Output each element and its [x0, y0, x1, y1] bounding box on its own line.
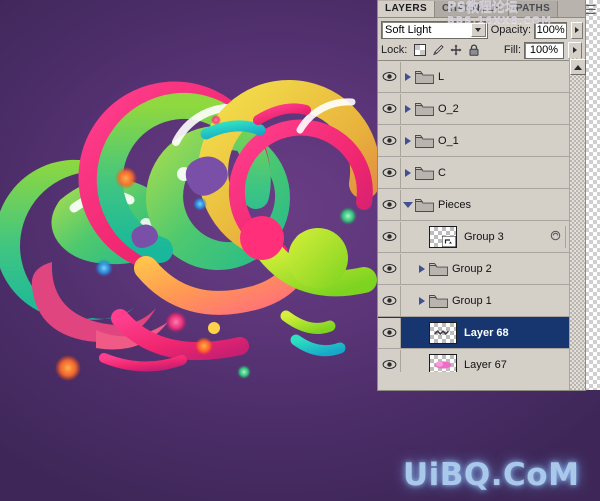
layer-row[interactable]: Group 2 — [378, 253, 585, 285]
eye-visibility-icon[interactable] — [378, 253, 401, 284]
fill-label: Fill: — [503, 44, 521, 56]
layer-row[interactable]: C — [378, 157, 585, 189]
folder-icon — [429, 262, 448, 276]
layer-thumbnail[interactable] — [429, 353, 457, 372]
eye-visibility-icon[interactable] — [378, 349, 401, 372]
eye-visibility-icon[interactable] — [378, 61, 401, 92]
layer-name: Layer 68 — [464, 326, 509, 339]
folder-icon — [429, 294, 448, 308]
panel-tab-strip: LAYERS CHANNELS PATHS — [378, 0, 585, 18]
layer-row[interactable]: Layer 68 — [378, 317, 585, 349]
eye-visibility-icon[interactable] — [378, 285, 401, 316]
style-indicator-icon[interactable] — [550, 230, 561, 244]
layer-name: L — [438, 70, 445, 83]
opacity-label: Opacity: — [490, 24, 532, 36]
layer-thumbnail[interactable] — [429, 321, 457, 344]
disclosure-closed-icon[interactable] — [415, 296, 429, 305]
layer-row[interactable]: Layer 67 — [378, 349, 585, 372]
folder-icon — [415, 198, 434, 212]
eye-visibility-icon[interactable] — [378, 125, 401, 156]
chevron-down-icon[interactable] — [470, 23, 486, 37]
blend-mode-value: Soft Light — [385, 24, 432, 36]
layer-row[interactable]: Group 1 — [378, 285, 585, 317]
layer-name: Layer 67 — [464, 358, 507, 371]
blend-mode-row: Soft Light Opacity: 100% — [378, 18, 585, 40]
eye-visibility-icon[interactable] — [378, 157, 401, 188]
layer-name: C — [438, 166, 446, 179]
lock-row: Lock: Fill: 100% — [378, 40, 585, 60]
fill-stepper-icon[interactable] — [568, 41, 582, 59]
layer-name: Group 3 — [464, 230, 504, 243]
artwork-illustration — [0, 80, 380, 381]
opacity-stepper-icon[interactable] — [571, 21, 583, 39]
disclosure-open-icon[interactable] — [401, 201, 415, 208]
layer-row[interactable]: Group 3 — [378, 221, 585, 253]
layer-list-scrollbar[interactable] — [569, 58, 586, 390]
disclosure-closed-icon[interactable] — [401, 72, 415, 81]
folder-icon — [415, 166, 434, 180]
blend-mode-select[interactable]: Soft Light — [381, 21, 488, 39]
layer-row[interactable]: Pieces — [378, 189, 585, 221]
eye-visibility-icon[interactable] — [378, 221, 401, 252]
folder-icon — [415, 102, 434, 116]
layer-name: Pieces — [438, 198, 472, 211]
layer-list[interactable]: L O_2 O_1 C Pieces Group 3 Group 2 Group 1 Layer… — [378, 60, 585, 372]
lock-position-icon[interactable] — [450, 44, 462, 56]
eye-visibility-icon[interactable] — [378, 93, 401, 124]
folder-icon — [415, 70, 434, 84]
layer-name: Group 2 — [452, 262, 492, 275]
tab-channels[interactable]: CHANNELS — [435, 1, 509, 17]
layer-row[interactable]: L — [378, 61, 585, 93]
eye-visibility-icon[interactable] — [378, 317, 401, 348]
layers-panel: LAYERS CHANNELS PATHS Soft Light Opacity… — [378, 0, 586, 390]
disclosure-closed-icon[interactable] — [401, 168, 415, 177]
opacity-input[interactable]: 100% — [534, 21, 568, 39]
tab-paths[interactable]: PATHS — [508, 1, 559, 17]
folder-icon — [415, 134, 434, 148]
layer-name: O_2 — [438, 102, 459, 115]
layer-row[interactable]: O_1 — [378, 125, 585, 157]
tab-layers[interactable]: LAYERS — [378, 1, 436, 17]
lock-label: Lock: — [381, 44, 408, 56]
panel-cutoff-checker — [585, 0, 600, 390]
layer-name: O_1 — [438, 134, 459, 147]
fill-input[interactable]: 100% — [524, 41, 564, 59]
lock-image-pixels-icon[interactable] — [432, 44, 444, 56]
site-watermark: UiBQ.CoM — [403, 457, 580, 493]
lock-all-icon[interactable] — [468, 44, 480, 56]
disclosure-closed-icon[interactable] — [401, 104, 415, 113]
lock-transparency-icon[interactable] — [414, 44, 427, 56]
eye-visibility-icon[interactable] — [378, 189, 401, 220]
layer-row[interactable]: O_2 — [378, 93, 585, 125]
disclosure-closed-icon[interactable] — [415, 264, 429, 273]
scroll-up-button[interactable] — [570, 59, 586, 75]
layer-name: Group 1 — [452, 294, 492, 307]
badge-separator — [565, 225, 566, 248]
disclosure-closed-icon[interactable] — [401, 136, 415, 145]
layer-thumbnail[interactable] — [429, 225, 457, 248]
